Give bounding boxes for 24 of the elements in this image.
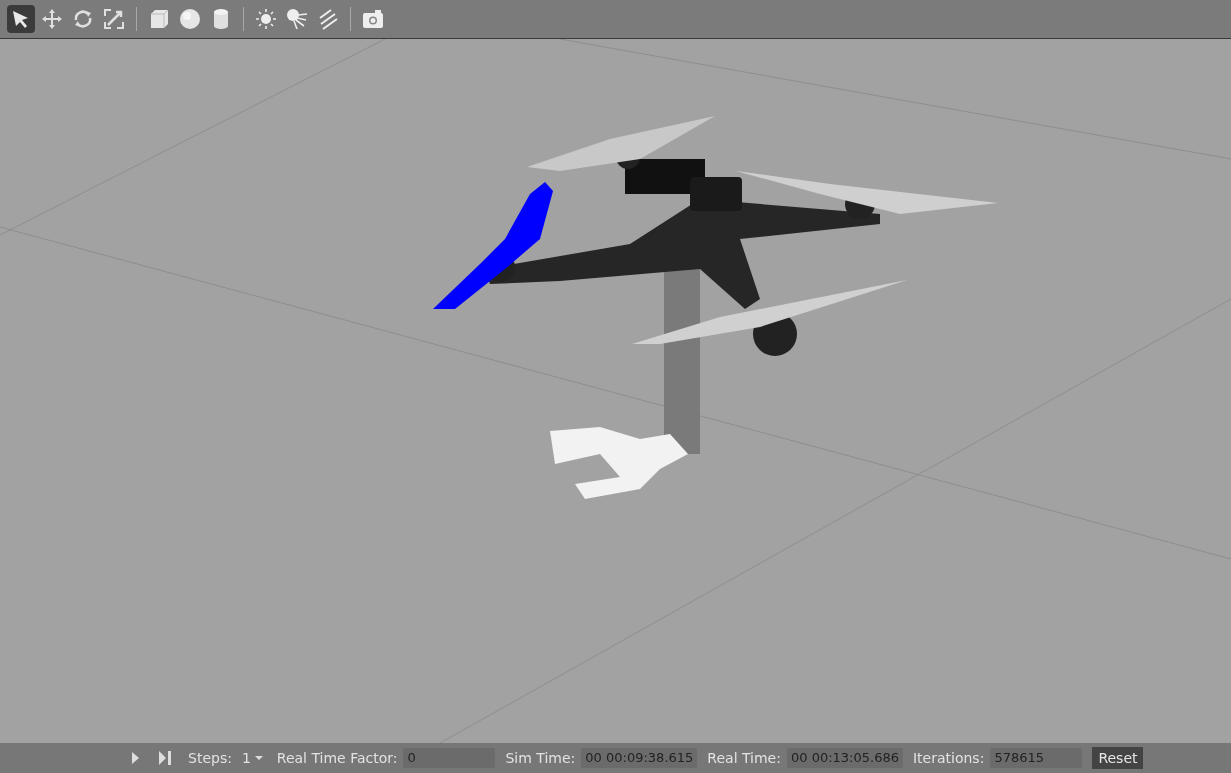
steps-label: Steps: [188, 750, 232, 766]
readout-field[interactable]: 00 00:13:05.686 [786, 748, 903, 768]
rotate-icon [72, 8, 94, 30]
step-forward-icon [158, 750, 172, 766]
caret-icon [254, 755, 263, 761]
sun-icon [255, 8, 277, 30]
sphere-icon [179, 8, 201, 30]
reset-button[interactable]: Reset [1092, 747, 1144, 769]
camera-icon [362, 8, 384, 30]
field-label: Real Time Factor: [276, 750, 398, 766]
play-icon [130, 751, 140, 765]
field-label: Sim Time: [505, 750, 576, 766]
toolbar-button[interactable] [7, 5, 35, 33]
directional-light-icon [317, 8, 339, 30]
move-arrows-icon [41, 8, 63, 30]
scale-icon [103, 8, 125, 30]
steps-spinbox[interactable]: 1 [237, 750, 267, 766]
box-icon [148, 8, 170, 30]
readout-field[interactable]: 578615 [990, 748, 1083, 768]
field-label: Real Time: [707, 750, 781, 766]
field-label: Iterations: [912, 750, 985, 766]
readout-field[interactable]: 00 00:09:38.615 [581, 748, 698, 768]
spotlight-icon [286, 8, 308, 30]
readout-field[interactable]: 0 [403, 748, 496, 768]
